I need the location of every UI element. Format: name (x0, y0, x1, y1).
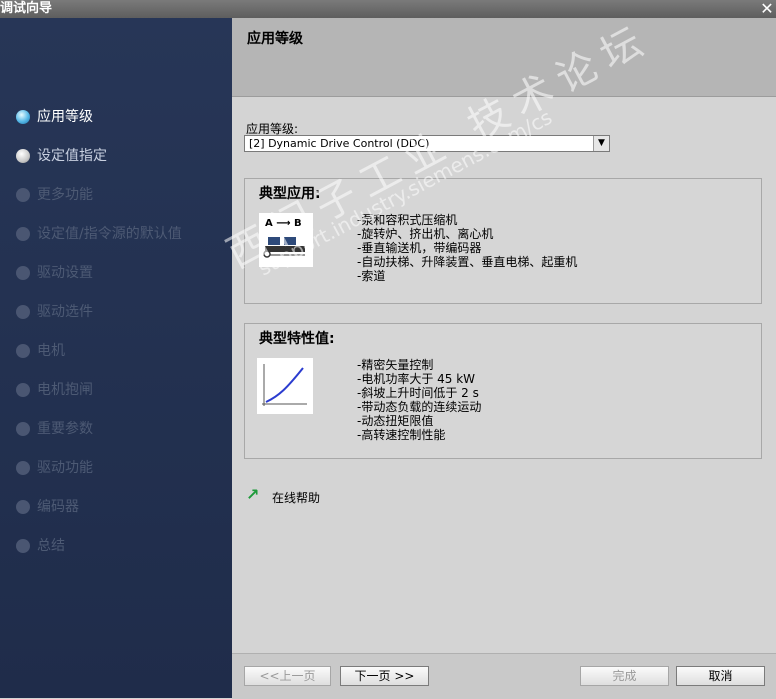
list-item: -斜坡上升时间低于 2 s (357, 386, 479, 400)
chevron-down-icon[interactable]: ▼ (593, 136, 609, 151)
list-item: -高转速控制性能 (357, 428, 446, 442)
step-indicator-icon (16, 149, 30, 163)
sidebar-item-label: 设定值/指令源的默认值 (37, 226, 182, 242)
step-indicator-icon (16, 188, 30, 202)
online-help-label[interactable]: 在线帮助 (272, 489, 320, 506)
list-item: -索道 (357, 269, 386, 283)
sidebar-item-summary: 总结 (16, 535, 65, 557)
sidebar-item-label: 电机抱闸 (37, 382, 93, 398)
step-indicator-icon (16, 422, 30, 436)
sidebar-item-setpoint-defaults: 设定值/指令源的默认值 (16, 223, 182, 245)
list-item: -带动态负载的连续运动 (357, 400, 482, 414)
typical-characteristics-title: 典型特性值: (259, 331, 335, 347)
title-bar: 调试向导 ✕ (0, 0, 776, 18)
list-item: -泵和容积式压缩机 (357, 213, 458, 227)
list-item: -电机功率大于 45 kW (357, 372, 476, 386)
conveyor-icon: A ⟶ B (259, 213, 313, 267)
list-item: -自动扶梯、升降装置、垂直电梯、起重机 (357, 255, 578, 269)
main-content: 应用等级: [2] Dynamic Drive Control (DDC) ▼ … (232, 97, 776, 653)
sidebar-item-label: 应用等级 (37, 109, 93, 125)
sidebar-item-label: 更多功能 (37, 187, 93, 203)
sidebar-item-drive-options: 驱动选件 (16, 301, 93, 323)
step-indicator-icon (16, 266, 30, 280)
list-item: -垂直输送机，带编码器 (357, 241, 482, 255)
step-indicator-icon (16, 110, 30, 124)
arrow-up-right-icon: ↗ (246, 485, 260, 504)
application-level-select[interactable]: [2] Dynamic Drive Control (DDC) ▼ (244, 135, 610, 152)
typical-applications-title: 典型应用: (259, 186, 321, 202)
finish-button[interactable]: 完成 (580, 666, 669, 686)
step-indicator-icon (16, 500, 30, 514)
step-indicator-icon (16, 344, 30, 358)
step-indicator-icon (16, 539, 30, 553)
sidebar-item-setpoint[interactable]: 设定值指定 (16, 145, 107, 167)
sidebar-item-label: 驱动设置 (37, 265, 93, 281)
sidebar-item-important-params: 重要参数 (16, 418, 93, 440)
sidebar-item-application-level[interactable]: 应用等级 (16, 106, 93, 128)
sidebar-item-label: 驱动选件 (37, 304, 93, 320)
application-level-value: [2] Dynamic Drive Control (DDC) (249, 137, 430, 150)
sidebar-item-label: 重要参数 (37, 421, 93, 437)
wizard-sidebar: 应用等级 设定值指定 更多功能 设定值/指令源的默认值 驱动设置 驱动选件 电机… (0, 18, 232, 698)
typical-applications-list: -泵和容积式压缩机 -旋转炉、挤出机、离心机 -垂直输送机，带编码器 -自动扶梯… (357, 213, 577, 283)
cancel-button[interactable]: 取消 (676, 666, 765, 686)
sidebar-item-motor: 电机 (16, 340, 65, 362)
sidebar-item-encoder: 编码器 (16, 496, 79, 518)
list-item: -精密矢量控制 (357, 358, 434, 372)
step-indicator-icon (16, 461, 30, 475)
typical-characteristics-box: 典型特性值: -精密矢量控制 -电机功率大于 45 kW -斜坡上升时间低于 2… (244, 323, 762, 459)
sidebar-item-label: 设定值指定 (37, 148, 107, 164)
wizard-footer: <<上一页 下一页 >> 完成 取消 (232, 653, 776, 699)
sidebar-item-label: 电机 (37, 343, 65, 359)
sidebar-item-drive-settings: 驱动设置 (16, 262, 93, 284)
step-indicator-icon (16, 383, 30, 397)
torque-curve-icon (257, 358, 313, 414)
sidebar-item-label: 驱动功能 (37, 460, 93, 476)
torque-curve-drawing (262, 364, 307, 406)
page-title: 应用等级 (247, 31, 303, 47)
typical-applications-box: 典型应用: A ⟶ B -泵和容积式压缩机 -旋转炉、挤出机、离心机 -垂直输送… (244, 178, 762, 304)
window-title: 调试向导 (0, 1, 53, 16)
sidebar-item-more-functions: 更多功能 (16, 184, 93, 206)
page-header: 应用等级 (232, 18, 776, 97)
next-button[interactable]: 下一页 >> (340, 666, 429, 686)
sidebar-item-drive-functions: 驱动功能 (16, 457, 93, 479)
step-indicator-icon (16, 227, 30, 241)
sidebar-item-label: 编码器 (37, 499, 79, 515)
sidebar-item-motor-brake: 电机抱闸 (16, 379, 93, 401)
step-indicator-icon (16, 305, 30, 319)
sidebar-item-label: 总结 (37, 538, 65, 554)
typical-characteristics-list: -精密矢量控制 -电机功率大于 45 kW -斜坡上升时间低于 2 s -带动态… (357, 358, 481, 442)
list-item: -旋转炉、挤出机、离心机 (357, 227, 494, 241)
close-icon[interactable]: ✕ (758, 0, 776, 18)
conveyor-drawing (263, 237, 305, 258)
previous-button[interactable]: <<上一页 (244, 666, 331, 686)
list-item: -动态扭矩限值 (357, 414, 434, 428)
